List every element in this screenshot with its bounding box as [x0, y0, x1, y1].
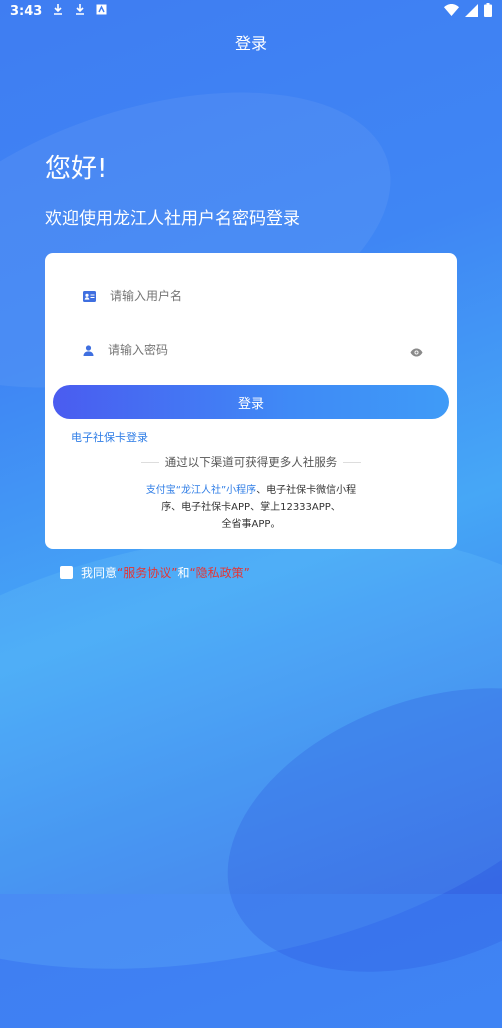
download-icon [74, 3, 86, 19]
status-icons [444, 3, 492, 21]
id-card-icon [83, 287, 96, 306]
notification-icon [96, 4, 107, 19]
signal-icon [465, 3, 478, 21]
divider-text: 通过以下渠道可获得更多人社服务 [164, 455, 338, 469]
divider-line [141, 461, 159, 463]
username-input[interactable] [108, 288, 372, 304]
login-button[interactable]: 登录 [53, 385, 449, 419]
divider-line [343, 461, 361, 463]
ecard-login-link[interactable]: 电子社保卡登录 [71, 429, 148, 445]
greeting-text: 您好! [45, 154, 108, 184]
download-icon [52, 3, 64, 19]
welcome-text: 欢迎使用龙江人社用户名密码登录 [45, 209, 300, 229]
user-icon [83, 341, 94, 360]
username-field[interactable] [83, 284, 423, 308]
agree-and: 和 [177, 566, 190, 580]
agree-prefix: 我同意 [81, 566, 118, 580]
status-bar: 3:43 [0, 0, 502, 22]
eye-icon[interactable] [410, 342, 423, 361]
status-time: 3:43 [10, 3, 43, 19]
alipay-mini-program-link[interactable]: 支付宝“龙江人社”小程序 [146, 485, 256, 496]
service-agreement-link[interactable]: “服务协议” [117, 564, 177, 581]
page-title: 登录 [234, 34, 267, 53]
battery-icon [484, 3, 492, 21]
privacy-policy-link[interactable]: “隐私政策” [189, 564, 249, 581]
password-input[interactable] [106, 342, 370, 358]
login-card: 登录 电子社保卡登录 通过以下渠道可获得更多人社服务 支付宝“龙江人社”小程序、… [45, 253, 457, 549]
agree-checkbox[interactable] [60, 566, 73, 579]
wifi-icon [444, 4, 459, 20]
password-field[interactable] [83, 338, 423, 362]
channels-text: 全省事APP。 [221, 519, 281, 530]
channels-text: 、电子社保卡微信小程 [256, 485, 357, 496]
divider: 通过以下渠道可获得更多人社服务 [141, 454, 361, 470]
channels-info: 支付宝“龙江人社”小程序、电子社保卡微信小程 序、电子社保卡APP、掌上1233… [45, 482, 457, 533]
channels-text: 序、电子社保卡APP、掌上12333APP、 [161, 502, 341, 513]
agreement-row: 我同意 “服务协议” 和 “隐私政策” [60, 564, 250, 581]
